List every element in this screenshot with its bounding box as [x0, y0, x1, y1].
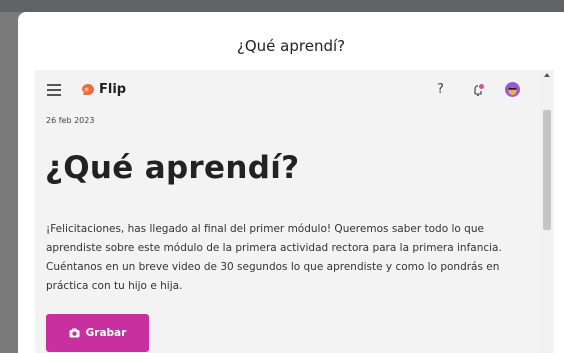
modal-title: ¿Qué aprendí?: [236, 37, 346, 55]
description-line: ¡Felicitaciones, has llegado al final de…: [46, 223, 484, 235]
camera-icon: [69, 328, 80, 338]
help-icon[interactable]: ?: [437, 82, 444, 97]
description-line: práctica con tu hijo e hija.: [46, 280, 183, 292]
browser-top-strip: [0, 0, 564, 12]
scroll-up-arrow-icon[interactable]: [544, 73, 550, 77]
embed-header: Flip ?: [35, 70, 540, 108]
flip-embed-frame: Flip ? 26 feb 2023 ¿Qué aprendí? ¡Felici…: [35, 70, 554, 353]
record-button[interactable]: Grabar: [46, 314, 149, 352]
scrollbar-thumb[interactable]: [543, 110, 551, 230]
bell-icon[interactable]: [471, 83, 485, 97]
description-line: Cuéntanos en un breve video de 30 segund…: [46, 261, 500, 273]
app-name[interactable]: Flip: [99, 82, 126, 97]
menu-icon[interactable]: [47, 84, 61, 96]
modal-dialog: ¿Qué aprendí? Flip ? 26 feb 2023 ¿Qué ap…: [18, 12, 564, 353]
page-title: ¿Qué aprendí?: [45, 150, 300, 186]
scrollbar[interactable]: [540, 70, 554, 353]
avatar-icon[interactable]: [505, 82, 520, 97]
description-line: aprendiste sobre este módulo de la prime…: [46, 242, 502, 254]
flip-logo-icon: [82, 84, 94, 95]
post-description: ¡Felicitaciones, has llegado al final de…: [46, 220, 516, 296]
post-date: 26 feb 2023: [46, 116, 95, 125]
record-button-label: Grabar: [85, 327, 127, 339]
